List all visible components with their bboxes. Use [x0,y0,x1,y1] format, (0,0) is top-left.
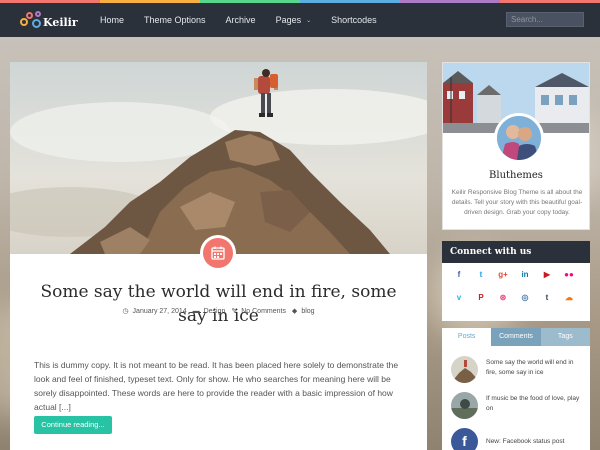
nav-item-theme-options[interactable]: Theme Options [144,15,206,25]
post-format-badge [200,235,236,271]
tab-bar: Posts Comments Tags [442,328,590,346]
calendar-icon [203,238,233,268]
logo-dot-icon [35,11,41,17]
post-tag[interactable]: blog [301,308,314,315]
list-item-title: If music be the food of love, play on [486,395,580,412]
list-item[interactable]: If music be the food of love, play on [451,392,585,420]
tag-icon: ◆ [291,308,298,315]
tab-comments[interactable]: Comments [491,328,541,346]
nav-label: Theme Options [144,15,206,25]
logo-dot-icon [20,18,28,26]
post-thumbnail [451,392,478,419]
linkedin-icon[interactable]: in [518,268,532,282]
google-plus-icon[interactable]: g+ [496,268,510,282]
post-category[interactable]: Design [204,308,226,315]
connect-widget: Connect with us f t g+ in ▶ ●● v P ⊛ ◎ t ☁ [442,241,590,321]
list-item[interactable]: Some say the world will end in fire, som… [451,356,585,384]
nav-item-shortcodes[interactable]: Shortcodes [331,15,377,25]
tab-posts[interactable]: Posts [442,328,492,346]
nav-label: Pages [275,15,302,25]
nav-item-home[interactable]: Home [100,15,124,25]
nav-label: Home [100,15,125,25]
vimeo-icon[interactable]: v [452,291,466,305]
twitter-icon[interactable]: t [474,268,488,282]
post-meta: ◷ January 27, 2014 ▬ Design ✎ No Comments ◆… [10,307,427,315]
search-input[interactable]: Search... [506,12,584,27]
brand-name: Keilir [43,16,78,29]
logo-dot-icon [26,12,33,19]
post-comments[interactable]: No Comments [241,308,286,315]
nav-item-archive[interactable]: Archive [226,15,256,25]
list-item-title: Some say the world will end in fire, som… [486,359,574,376]
facebook-icon[interactable]: f [452,268,466,282]
comment-icon: ✎ [231,308,238,315]
post-thumbnail [451,356,478,383]
profile-widget: Bluthemes Keilir Responsive Blog Theme i… [442,62,590,230]
post-excerpt: This is dummy copy. It is not meant to b… [34,360,399,412]
nav-label: Shortcodes [331,15,377,25]
profile-name: Bluthemes [489,170,543,181]
social-icons: f t g+ in ▶ ●● v P ⊛ ◎ t ☁ [452,268,582,305]
list-item[interactable]: f New: Facebook status post [451,428,585,450]
soundcloud-icon[interactable]: ☁ [562,291,576,305]
connect-title: Connect with us [442,241,590,263]
folder-icon: ▬ [192,308,200,315]
nav-label: Archive [225,15,256,25]
top-navbar: Keilir Home Theme Options Archive Pages ⌄… [0,3,600,37]
post-title[interactable]: Some say the world will end in fire, som… [30,280,407,328]
flickr-icon[interactable]: ●● [562,268,576,282]
dribbble-icon[interactable]: ⊛ [496,291,510,305]
list-item-title: New: Facebook status post [486,438,565,445]
tab-tags[interactable]: Tags [540,328,590,346]
tumblr-icon[interactable]: t [540,291,554,305]
main-nav: Home Theme Options Archive Pages ⌄ Shortc… [100,3,397,37]
facebook-icon: f [451,428,478,450]
post-date[interactable]: January 27, 2014 [133,308,187,315]
tabs-widget: Posts Comments Tags Some say the world w… [442,328,590,450]
pinterest-icon[interactable]: P [474,291,488,305]
clock-icon: ◷ [122,308,129,315]
post-featured-image[interactable] [10,62,427,254]
nav-item-pages[interactable]: Pages ⌄ [276,15,312,25]
post-card: Some say the world will end in fire, som… [10,62,427,450]
youtube-icon[interactable]: ▶ [540,268,554,282]
logo[interactable]: Keilir [18,9,80,33]
instagram-icon[interactable]: ◎ [518,291,532,305]
logo-dot-icon [32,19,41,28]
avatar[interactable] [494,113,544,163]
profile-description: Keilir Responsive Blog Theme is all abou… [451,189,583,216]
chevron-down-icon: ⌄ [306,17,312,24]
continue-reading-button[interactable]: Continue reading... [34,416,112,434]
